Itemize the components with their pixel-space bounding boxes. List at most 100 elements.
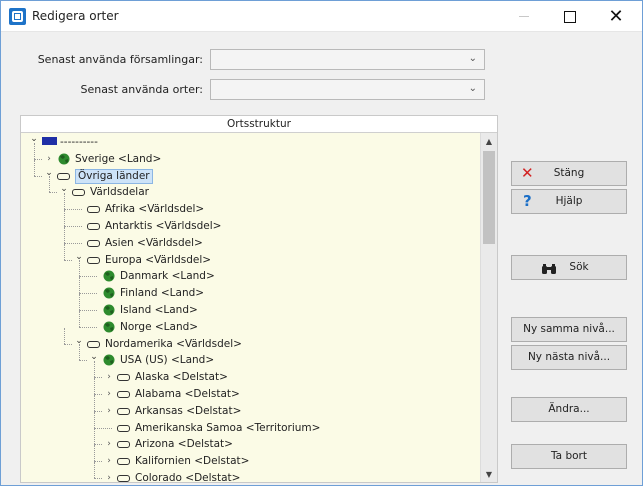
tree-item-label: Asien <Världsdel> <box>105 236 203 249</box>
folder-icon <box>72 189 85 197</box>
help-button-label: Hjälp <box>555 195 583 207</box>
recent-parishes-label: Senast använda församlingar: <box>37 53 203 66</box>
scroll-up-icon[interactable]: ▲ <box>481 135 497 149</box>
globe-icon <box>103 287 115 299</box>
edit-button-label: Ändra... <box>548 403 590 415</box>
window-title: Redigera orter <box>32 9 119 23</box>
tree-item-label: Världsdelar <box>90 186 149 199</box>
tree-item-label: Övriga länder <box>75 168 153 184</box>
tree-item-label: Danmark <Land> <box>120 270 215 283</box>
new-same-level-button[interactable]: Ny samma nivå... <box>511 317 627 342</box>
search-button-label: Sök <box>569 261 589 273</box>
tree-item-label: Arizona <Delstat> <box>135 438 233 451</box>
folder-icon <box>57 172 70 180</box>
chevron-right-icon[interactable]: › <box>104 436 114 452</box>
tree-item[interactable]: Afrika <Världsdel> <box>21 201 477 217</box>
new-next-level-button[interactable]: Ny nästa nivå... <box>511 345 627 370</box>
tree-item-label: Europa <Världsdel> <box>105 253 212 266</box>
tree-item[interactable]: › Sverige <Land> <box>21 151 477 167</box>
tree-item[interactable]: Asien <Världsdel> <box>21 235 477 251</box>
folder-icon <box>87 206 100 214</box>
tree-item-label: Amerikanska Samoa <Territorium> <box>135 421 321 434</box>
close-button[interactable]: ✕ Stäng <box>511 161 627 186</box>
recent-places-label: Senast använda orter: <box>80 83 203 96</box>
tree-item-label: Colorado <Delstat> <box>135 472 241 482</box>
chevron-right-icon[interactable]: › <box>104 453 114 469</box>
tree-item[interactable]: Antarktis <Världsdel> <box>21 218 477 234</box>
folder-icon <box>117 475 130 482</box>
chevron-down-icon: ⌄ <box>468 83 477 94</box>
title-bar[interactable]: Redigera orter ✕ <box>1 1 642 32</box>
tree-item[interactable]: Island <Land> <box>21 302 477 318</box>
help-button[interactable]: ? Hjälp <box>511 189 627 214</box>
chevron-right-icon[interactable]: › <box>104 369 114 385</box>
tree-item[interactable]: ⌄ Världsdelar <box>21 184 477 200</box>
maximize-button[interactable] <box>547 1 593 32</box>
tree-item[interactable]: ⌄ Övriga länder <box>21 168 477 184</box>
tree-item-label: Finland <Land> <box>120 287 205 300</box>
search-button[interactable]: Sök <box>511 255 627 280</box>
tree-item-label: Kalifornien <Delstat> <box>135 455 250 468</box>
new-same-level-label: Ny samma nivå... <box>523 323 615 335</box>
app-icon <box>9 8 26 25</box>
new-next-level-label: Ny nästa nivå... <box>527 351 611 363</box>
chevron-right-icon[interactable]: › <box>104 403 114 419</box>
tree-item[interactable]: ⌄ Europa <Världsdel> <box>21 252 477 268</box>
folder-icon <box>117 458 130 466</box>
tree-item[interactable]: › Arizona <Delstat> <box>21 436 477 452</box>
scroll-thumb[interactable] <box>483 151 495 244</box>
tree-item-label: Alabama <Delstat> <box>135 388 240 400</box>
delete-button-label: Ta bort <box>551 450 587 462</box>
tree-item-label: Sverige <Land> <box>75 152 162 165</box>
globe-icon <box>58 153 70 165</box>
recent-places-combo[interactable]: ⌄ <box>210 79 485 100</box>
tree-item[interactable]: › Alaska <Delstat> <box>21 369 477 385</box>
tree-item-label: Afrika <Världsdel> <box>105 203 205 216</box>
chevron-down-icon: ⌄ <box>468 53 477 64</box>
redigera-orter-window: Redigera orter ✕ Senast använda församli… <box>0 0 643 486</box>
tree-item[interactable]: Danmark <Land> <box>21 268 477 284</box>
tree-item[interactable]: ⌄ USA (US) <Land> <box>21 352 477 368</box>
chevron-right-icon[interactable]: › <box>104 386 114 402</box>
folder-icon <box>87 256 100 264</box>
close-window-button[interactable]: ✕ <box>593 1 639 32</box>
folder-icon <box>87 223 100 230</box>
tree-item-label: ---------- <box>60 136 98 148</box>
folder-icon <box>117 424 130 432</box>
folder-icon <box>87 239 100 247</box>
globe-icon <box>103 304 115 316</box>
edit-button[interactable]: Ändra... <box>511 397 627 422</box>
tree-item[interactable]: › Colorado <Delstat> <box>21 470 477 482</box>
tree-item-label: Antarktis <Världsdel> <box>105 220 222 232</box>
recent-parishes-combo[interactable]: ⌄ <box>210 49 485 70</box>
tree-item-label: Alaska <Delstat> <box>135 371 228 384</box>
tree-scrollbar[interactable]: ▲ ▼ <box>480 133 497 482</box>
chevron-right-icon[interactable]: › <box>104 470 114 482</box>
place-tree-panel: Ortsstruktur ⌄ ---------- › Sverige <Land> ⌄… <box>20 115 498 483</box>
tree-item[interactable]: › Alabama <Delstat> <box>21 386 477 402</box>
tree-item[interactable]: Norge <Land> <box>21 319 477 335</box>
place-tree[interactable]: ⌄ ---------- › Sverige <Land> ⌄ Övriga länder… <box>21 133 479 482</box>
tree-item-label: Nordamerika <Världsdel> <box>105 337 242 350</box>
folder-icon <box>117 374 130 382</box>
tree-item-label: USA (US) <Land> <box>120 354 215 367</box>
globe-icon <box>103 321 115 333</box>
close-button-label: Stäng <box>553 167 585 179</box>
globe-icon <box>103 354 115 366</box>
tree-item-label: Arkansas <Delstat> <box>135 404 242 417</box>
tree-item[interactable]: › Kalifornien <Delstat> <box>21 453 477 469</box>
tree-item-label: Norge <Land> <box>120 320 199 333</box>
scroll-down-icon[interactable]: ▼ <box>481 468 497 482</box>
tree-header: Ortsstruktur <box>21 116 497 133</box>
globe-icon <box>103 270 115 282</box>
folder-icon <box>117 407 130 415</box>
folder-icon <box>117 391 130 398</box>
tree-item[interactable]: Amerikanska Samoa <Territorium> <box>21 420 477 436</box>
tree-item-label: Island <Land> <box>120 304 198 316</box>
delete-button[interactable]: Ta bort <box>511 444 627 469</box>
tree-item[interactable]: › Arkansas <Delstat> <box>21 403 477 419</box>
tree-item[interactable]: Finland <Land> <box>21 285 477 301</box>
minimize-button[interactable] <box>501 1 547 32</box>
folder-icon <box>87 340 100 348</box>
tree-item[interactable]: ⌄ ---------- <box>21 134 477 150</box>
